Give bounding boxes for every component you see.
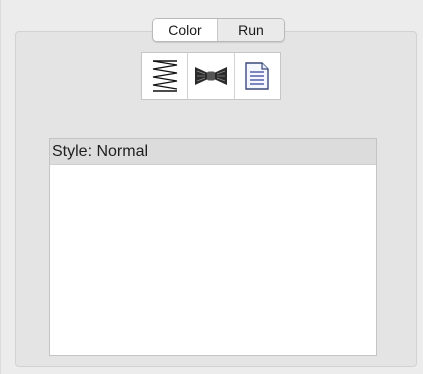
tab-run[interactable]: Run [218, 19, 284, 41]
zigzag-lines-icon [152, 60, 177, 92]
bowtie-button[interactable] [188, 53, 235, 99]
list-item[interactable]: Style: Normal [50, 139, 376, 165]
document-button[interactable] [234, 53, 280, 99]
tab-color[interactable]: Color [153, 19, 218, 41]
zigzag-button[interactable] [142, 53, 189, 99]
style-list[interactable]: Style: Normal [49, 138, 377, 356]
panel-window: Color Run Style: Normal [0, 0, 423, 374]
document-icon [245, 62, 270, 90]
color-run-segmented-control: Color Run [152, 18, 285, 42]
icon-toolbar [141, 52, 281, 100]
bowtie-icon [194, 67, 227, 85]
